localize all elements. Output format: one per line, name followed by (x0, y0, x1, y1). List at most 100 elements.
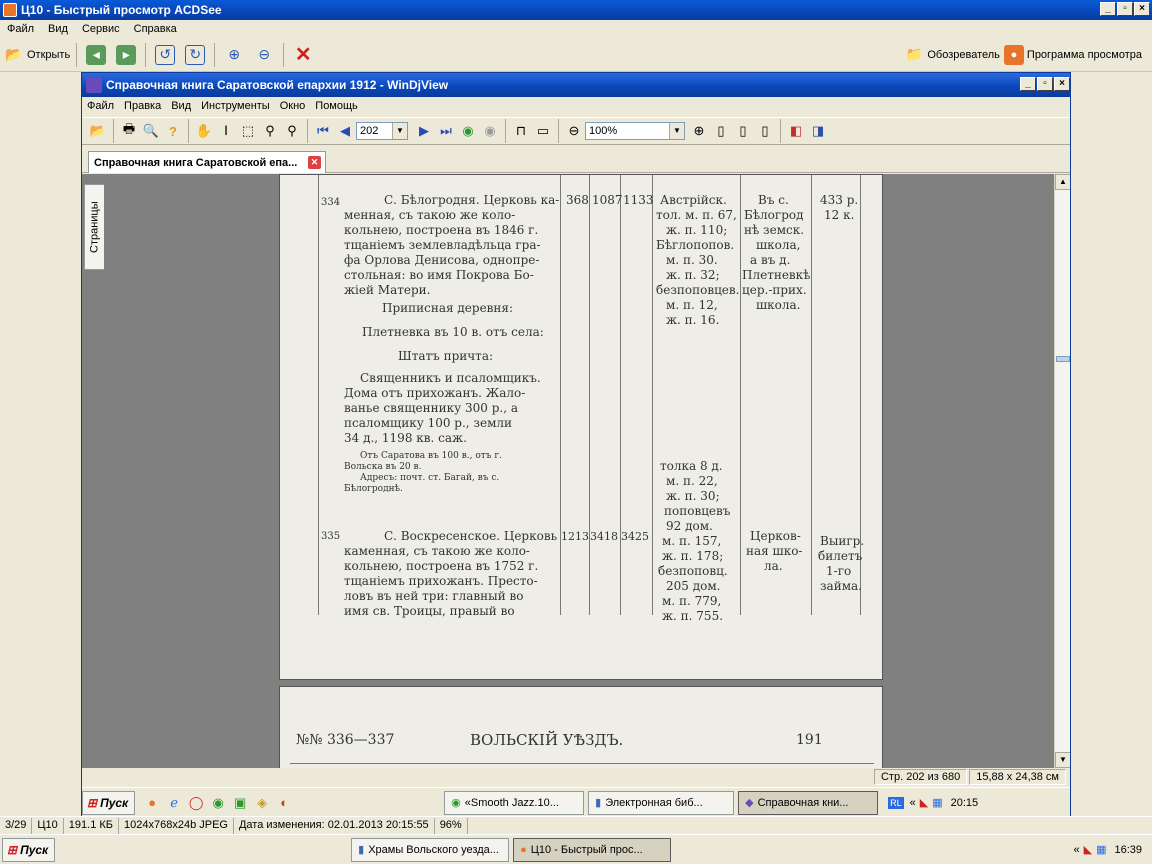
help-question-icon[interactable]: ? (163, 121, 183, 141)
outer-start-button[interactable]: ⊞ Пуск (2, 837, 56, 862)
tray-expand-icon[interactable]: « (910, 797, 916, 809)
task-khramy[interactable]: ▮ Храмы Вольского уезда... (351, 837, 510, 862)
chevron-down-icon[interactable]: ▼ (392, 123, 407, 139)
fit-height-icon[interactable]: ⊓ (511, 121, 531, 141)
language-indicator[interactable]: RL (888, 796, 904, 809)
djv-menu-view[interactable]: Вид (166, 100, 196, 112)
continuous-page-icon[interactable]: ▯ (733, 121, 753, 141)
firefox-icon[interactable]: ● (142, 793, 162, 813)
prev-page-icon[interactable]: ◀ (335, 121, 355, 141)
menu-view[interactable]: Вид (41, 23, 75, 35)
network-tray-icon[interactable]: ▦ (932, 796, 942, 809)
outer-taskbar: ⊞ Пуск ▮ Храмы Вольского уезда... ● Ц10 … (0, 834, 1152, 864)
chrome-icon[interactable]: ◉ (208, 793, 228, 813)
djv-menu-file[interactable]: Файл (82, 100, 119, 112)
entry-335-col4-6: м. п. 157, (662, 534, 722, 548)
djv-close-button[interactable]: × (1054, 77, 1070, 91)
zoom-tool-icon[interactable]: ⚲ (260, 121, 280, 141)
next-page-icon[interactable]: ▶ (414, 121, 434, 141)
close-button[interactable]: × (1134, 2, 1150, 16)
viewer-icon: ● (1003, 44, 1024, 65)
delete-button[interactable]: ✕ (290, 42, 316, 68)
opera-icon[interactable]: ◯ (186, 793, 206, 813)
open-file-icon[interactable]: 📂 (88, 121, 108, 141)
outer-network-tray-icon[interactable]: ▦ (1096, 843, 1106, 856)
acdsee-window-title: Ц10 - Быстрый просмотр ACDSee (21, 3, 222, 17)
zoom-in-circle-icon[interactable]: ⊕ (689, 121, 709, 141)
ie-icon[interactable]: ℯ (164, 793, 184, 813)
outer-antivirus-tray-icon[interactable]: ◣ (1084, 843, 1092, 856)
entry-335-number: 335 (321, 531, 341, 542)
task-acdsee[interactable]: ● Ц10 - Быстрый прос... (513, 837, 672, 862)
rotate-page-left-icon[interactable]: ◧ (786, 121, 806, 141)
shtat-line-2: Дома отъ прихожанъ. Жало- (344, 386, 526, 400)
open-button[interactable]: 📂 Открыть (4, 42, 70, 68)
task-electronic-library[interactable]: ▮ Электронная биб... (588, 790, 735, 815)
hand-tool-icon[interactable]: ✋ (194, 121, 214, 141)
djv-menu-help[interactable]: Помощь (310, 100, 363, 112)
task-smooth-jazz[interactable]: ◉ «Smooth Jazz.10... (444, 790, 585, 815)
rotate-page-right-icon[interactable]: ◨ (808, 121, 828, 141)
browser-button[interactable]: 📁 Обозреватель (904, 42, 1000, 68)
app-yellow-icon[interactable]: ◈ (252, 793, 272, 813)
single-page-icon[interactable]: ▯ (711, 121, 731, 141)
rect-select-icon[interactable]: ⬚ (238, 121, 258, 141)
facing-pages-icon[interactable]: ▯ (755, 121, 775, 141)
find-icon[interactable]: 🔍 (141, 121, 161, 141)
forward-icon[interactable]: ◉ (480, 121, 500, 141)
task-acdsee-label: Ц10 - Быстрый прос... (530, 843, 643, 856)
document-tab[interactable]: Справочная книга Саратовской епа... ✕ (88, 151, 326, 173)
fit-width-icon[interactable]: ▭ (533, 121, 553, 141)
rotate-right-button[interactable]: ↻ (182, 42, 208, 68)
text-select-icon[interactable]: Ⅰ (216, 121, 236, 141)
close-tab-icon[interactable]: ✕ (308, 156, 321, 169)
inner-start-button[interactable]: ⊞ Пуск (82, 790, 136, 815)
app-green-icon[interactable]: ▣ (230, 793, 250, 813)
task-spravochnaya[interactable]: ◆ Справочная кни... (738, 790, 879, 815)
page-number-combo[interactable]: 202 ▼ (356, 122, 408, 140)
outer-tray-expand-icon[interactable]: « (1073, 844, 1079, 856)
djv-menu-edit[interactable]: Правка (119, 100, 166, 112)
zoom-out-button[interactable]: ⊖ (251, 42, 277, 68)
document-viewer[interactable]: Страницы 334 С. Бѣлогродня. Церковь ка- … (82, 174, 1070, 768)
djv-menu-tools[interactable]: Инструменты (196, 100, 275, 112)
back-icon[interactable]: ◉ (458, 121, 478, 141)
document-page-203: №№ 336—337 ВОЛЬСКІЙ УѢЗДЪ. 191 (279, 686, 883, 768)
pages-side-tab[interactable]: Страницы (84, 184, 104, 270)
entry-334-col4-8: м. п. 12, (666, 298, 718, 312)
antivirus-tray-icon[interactable]: ◣ (920, 796, 928, 809)
djv-menu-window[interactable]: Окно (275, 100, 311, 112)
vertical-scrollbar[interactable]: ▲ ▼ (1054, 174, 1070, 768)
zoom-combo[interactable]: 100% ▼ (585, 122, 685, 140)
menu-file[interactable]: Файл (0, 23, 41, 35)
viewer-button[interactable]: ● Программа просмотра (1003, 42, 1142, 68)
previous-image-button[interactable]: ◂ (83, 42, 109, 68)
first-page-icon[interactable]: ⏮ (313, 121, 333, 141)
scroll-up-arrow[interactable]: ▲ (1055, 174, 1070, 190)
minimize-button[interactable]: _ (1100, 2, 1116, 16)
djv-restore-button[interactable]: ▫ (1037, 77, 1053, 91)
djv-minimize-button[interactable]: _ (1020, 77, 1036, 91)
next-image-button[interactable]: ▸ (113, 42, 139, 68)
scroll-down-arrow[interactable]: ▼ (1055, 752, 1070, 768)
app-red-icon[interactable]: ◐ (274, 793, 294, 813)
folder-open-icon: 📂 (5, 46, 23, 62)
separator (558, 119, 559, 143)
last-page-icon[interactable]: ⏭ (436, 121, 456, 141)
zoom-in-button[interactable]: ⊕ (221, 42, 247, 68)
scroll-thumb[interactable] (1056, 356, 1070, 362)
delete-x-icon: ✕ (294, 44, 312, 66)
restore-button[interactable]: ▫ (1117, 2, 1133, 16)
zoom-rect-icon[interactable]: ⚲ (282, 121, 302, 141)
print-icon[interactable]: 🖶 (119, 121, 139, 141)
zoom-out-circle-icon[interactable]: ⊖ (564, 121, 584, 141)
entry-334-num-2: 1087 (592, 193, 623, 207)
entry-334-line-5: фа Орлова Денисова, однопре- (344, 253, 540, 267)
entry-334-col4-2: тол. м. п. 67, (656, 208, 737, 222)
menu-help[interactable]: Справка (127, 23, 184, 35)
entry-335-col4-8: безпоповц. (658, 564, 728, 578)
chevron-down-icon[interactable]: ▼ (669, 123, 684, 139)
rotate-left-button[interactable]: ↺ (152, 42, 178, 68)
image-file-size: 191.1 КБ (64, 817, 120, 834)
menu-service[interactable]: Сервис (75, 23, 127, 35)
